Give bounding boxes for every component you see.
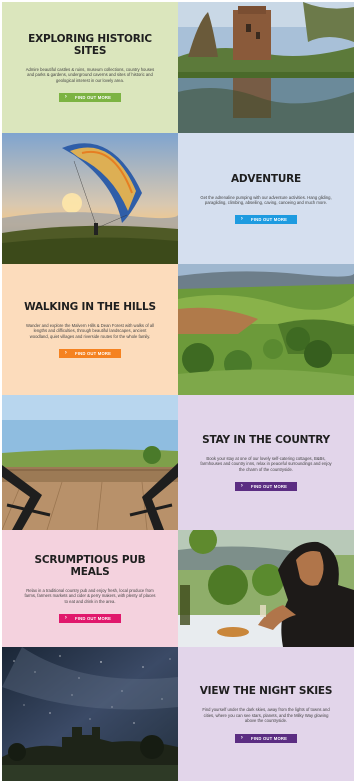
rolling-hills-valley-photo xyxy=(178,264,354,395)
row-country: STAY IN THE COUNTRY Book your stay at on… xyxy=(2,395,354,530)
chevron-right-icon: › xyxy=(64,615,68,622)
find-out-more-button[interactable]: › FIND OUT MORE xyxy=(234,215,298,225)
chevron-right-icon: › xyxy=(240,483,244,490)
button-label: FIND OUT MORE xyxy=(251,217,288,223)
deck-photo-image xyxy=(2,395,178,530)
find-out-more-button[interactable]: › FIND OUT MORE xyxy=(58,614,122,624)
button-label: FIND OUT MORE xyxy=(75,616,112,622)
chevron-right-icon: › xyxy=(240,734,244,741)
find-out-more-button[interactable]: › FIND OUT MORE xyxy=(58,93,122,103)
section-title: STAY IN THE COUNTRY xyxy=(202,433,330,446)
section-description: Relax in a traditional country pub and e… xyxy=(24,587,156,604)
section-description: Book your stay at one of our lovely self… xyxy=(200,455,332,472)
night-sky-photo-image xyxy=(2,647,178,781)
section-description: Get the adrenaline pumping with our adve… xyxy=(200,194,332,205)
night-sky-castle-photo xyxy=(2,647,178,781)
button-label: FIND OUT MORE xyxy=(75,95,112,101)
chevron-right-icon: › xyxy=(240,216,244,223)
section-title: VIEW THE NIGHT SKIES xyxy=(199,685,333,698)
find-out-more-button[interactable]: › FIND OUT MORE xyxy=(234,733,298,743)
paraglider-photo-image xyxy=(2,133,178,264)
walking-panel: WALKING IN THE HILLS Wander and explore … xyxy=(2,264,178,395)
find-out-more-button[interactable]: › FIND OUT MORE xyxy=(234,482,298,492)
chevron-right-icon: › xyxy=(64,94,68,101)
paraglider-sunset-photo xyxy=(2,133,178,264)
castle-ruin-reflection-photo xyxy=(178,2,354,133)
woman-pub-meal-photo xyxy=(178,530,354,647)
country-panel: STAY IN THE COUNTRY Book your stay at on… xyxy=(178,395,354,530)
section-description: Admire beautiful castles & ruins, museum… xyxy=(25,66,155,83)
button-label: FIND OUT MORE xyxy=(251,484,288,490)
night-skies-panel: VIEW THE NIGHT SKIES Find yourself under… xyxy=(178,647,354,781)
hills-photo-image xyxy=(178,264,354,395)
row-walking: WALKING IN THE HILLS Wander and explore … xyxy=(2,264,354,395)
section-title: WALKING IN THE HILLS xyxy=(24,300,156,313)
historic-panel: EXPLORING HISTORIC SITES Admire beautifu… xyxy=(2,2,178,133)
tourism-grid: EXPLORING HISTORIC SITES Admire beautifu… xyxy=(2,2,354,781)
row-pub: SCRUMPTIOUS PUB MEALS Relax in a traditi… xyxy=(2,530,354,647)
row-adventure: ADVENTURE Get the adrenaline pumping wit… xyxy=(2,133,354,264)
pub-panel: SCRUMPTIOUS PUB MEALS Relax in a traditi… xyxy=(2,530,178,647)
section-title: SCRUMPTIOUS PUB MEALS xyxy=(34,553,146,578)
find-out-more-button[interactable]: › FIND OUT MORE xyxy=(58,349,122,359)
section-description: Wander and explore the Malvern Hills & D… xyxy=(25,322,155,339)
chevron-right-icon: › xyxy=(64,350,68,357)
button-label: FIND OUT MORE xyxy=(75,351,112,357)
castle-photo-image xyxy=(178,2,354,133)
adventure-panel: ADVENTURE Get the adrenaline pumping wit… xyxy=(178,133,354,264)
section-description: Find yourself under the dark skies, away… xyxy=(202,707,330,724)
row-historic: EXPLORING HISTORIC SITES Admire beautifu… xyxy=(2,2,354,133)
button-label: FIND OUT MORE xyxy=(251,735,288,741)
section-title: EXPLORING HISTORIC SITES xyxy=(28,32,152,57)
section-title: ADVENTURE xyxy=(230,172,302,185)
pub-photo-image xyxy=(178,530,354,647)
row-night: VIEW THE NIGHT SKIES Find yourself under… xyxy=(2,647,354,781)
deck-chairs-countryside-photo xyxy=(2,395,178,530)
